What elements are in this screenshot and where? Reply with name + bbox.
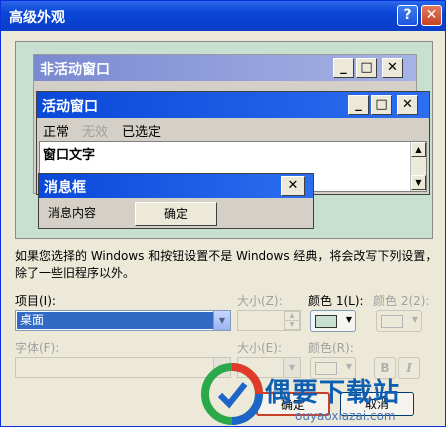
ok-button[interactable]: 确定 xyxy=(256,392,330,416)
color1-picker[interactable]: ▼ xyxy=(310,310,356,332)
italic-button[interactable]: I xyxy=(398,357,420,379)
item-select-value: 桌面 xyxy=(17,312,226,329)
help-button[interactable]: ? xyxy=(397,5,418,26)
message-box-title: 消息框 xyxy=(44,180,86,196)
chevron-down-icon: ▼ xyxy=(345,315,352,324)
maximize-icon: □ xyxy=(371,95,392,115)
item-select[interactable]: 桌面 ▼ xyxy=(15,310,231,331)
menu-normal[interactable]: 正常 xyxy=(43,121,69,140)
bold-button[interactable]: B xyxy=(374,357,396,379)
scroll-up-icon[interactable]: ▲ xyxy=(411,142,426,157)
font-select[interactable]: ▼ xyxy=(15,357,231,378)
advanced-appearance-dialog: 高级外观 ? ✕ 非活动窗口 _ □ ✕ 活动窗口 _ □ ✕ 正常 无效 已选… xyxy=(0,0,446,427)
item-label: 项目(I): xyxy=(15,294,56,308)
active-title-bar[interactable]: 活动窗口 _ □ ✕ xyxy=(37,92,429,118)
font-color-label: 颜色(R): xyxy=(308,341,354,355)
color2-label: 颜色 2(2): xyxy=(373,294,430,308)
title-bar: 高级外观 ? ✕ xyxy=(1,1,445,31)
inactive-window-title: 非活动窗口 xyxy=(40,62,110,78)
minimize-icon: _ xyxy=(348,95,369,115)
spin-down-icon[interactable]: ▼ xyxy=(284,320,300,330)
close-icon: ✕ xyxy=(281,176,305,196)
chevron-down-icon[interactable]: ▼ xyxy=(283,358,300,377)
chevron-down-icon[interactable]: ▼ xyxy=(213,358,230,377)
menu-selected[interactable]: 已选定 xyxy=(122,121,161,140)
appearance-preview[interactable]: 非活动窗口 _ □ ✕ 活动窗口 _ □ ✕ 正常 无效 已选定 窗口文字 ▲ xyxy=(15,41,433,239)
minimize-icon: _ xyxy=(333,58,354,78)
cancel-button[interactable]: 取消 xyxy=(340,392,414,416)
close-icon: ✕ xyxy=(382,58,403,78)
chevron-down-icon[interactable]: ▼ xyxy=(213,311,230,330)
size1-label: 大小(Z): xyxy=(237,294,283,308)
inactive-title-bar[interactable]: 非活动窗口 _ □ ✕ xyxy=(34,55,416,81)
chevron-down-icon: ▼ xyxy=(411,315,418,324)
preview-menu-bar[interactable]: 正常 无效 已选定 xyxy=(37,119,429,140)
color2-picker[interactable]: ▼ xyxy=(376,310,422,332)
color-swatch xyxy=(315,362,337,375)
size1-spinner[interactable]: ▲ ▼ xyxy=(237,310,301,331)
close-button[interactable]: ✕ xyxy=(421,5,442,26)
message-text: 消息内容 xyxy=(48,206,97,220)
settings-note: 如果您选择的 Windows 和按钮设置不是 Windows 经典，将会改写下列… xyxy=(15,249,438,280)
active-window-title: 活动窗口 xyxy=(42,99,98,115)
color-swatch xyxy=(315,315,337,328)
font-label: 字体(F): xyxy=(15,341,60,355)
color1-label: 颜色 1(L): xyxy=(308,294,364,308)
preview-ok-button[interactable]: 确定 xyxy=(135,202,217,226)
scroll-down-icon[interactable]: ▼ xyxy=(411,175,426,190)
chevron-down-icon: ▼ xyxy=(345,362,352,371)
window-text: 窗口文字 xyxy=(43,148,96,163)
size2-label: 大小(E): xyxy=(237,341,282,355)
message-box-title-bar[interactable]: 消息框 ✕ xyxy=(39,174,313,198)
color-swatch xyxy=(381,315,403,328)
close-icon: ✕ xyxy=(397,95,418,115)
font-size-select[interactable]: ▼ xyxy=(237,357,301,378)
menu-disabled[interactable]: 无效 xyxy=(82,121,108,140)
font-color-picker[interactable]: ▼ xyxy=(310,357,356,379)
vertical-scrollbar[interactable]: ▲ ▼ xyxy=(410,142,426,191)
dialog-title: 高级外观 xyxy=(9,10,65,26)
message-box-preview[interactable]: 消息框 ✕ 消息内容 确定 xyxy=(38,173,314,229)
maximize-icon: □ xyxy=(356,58,377,78)
